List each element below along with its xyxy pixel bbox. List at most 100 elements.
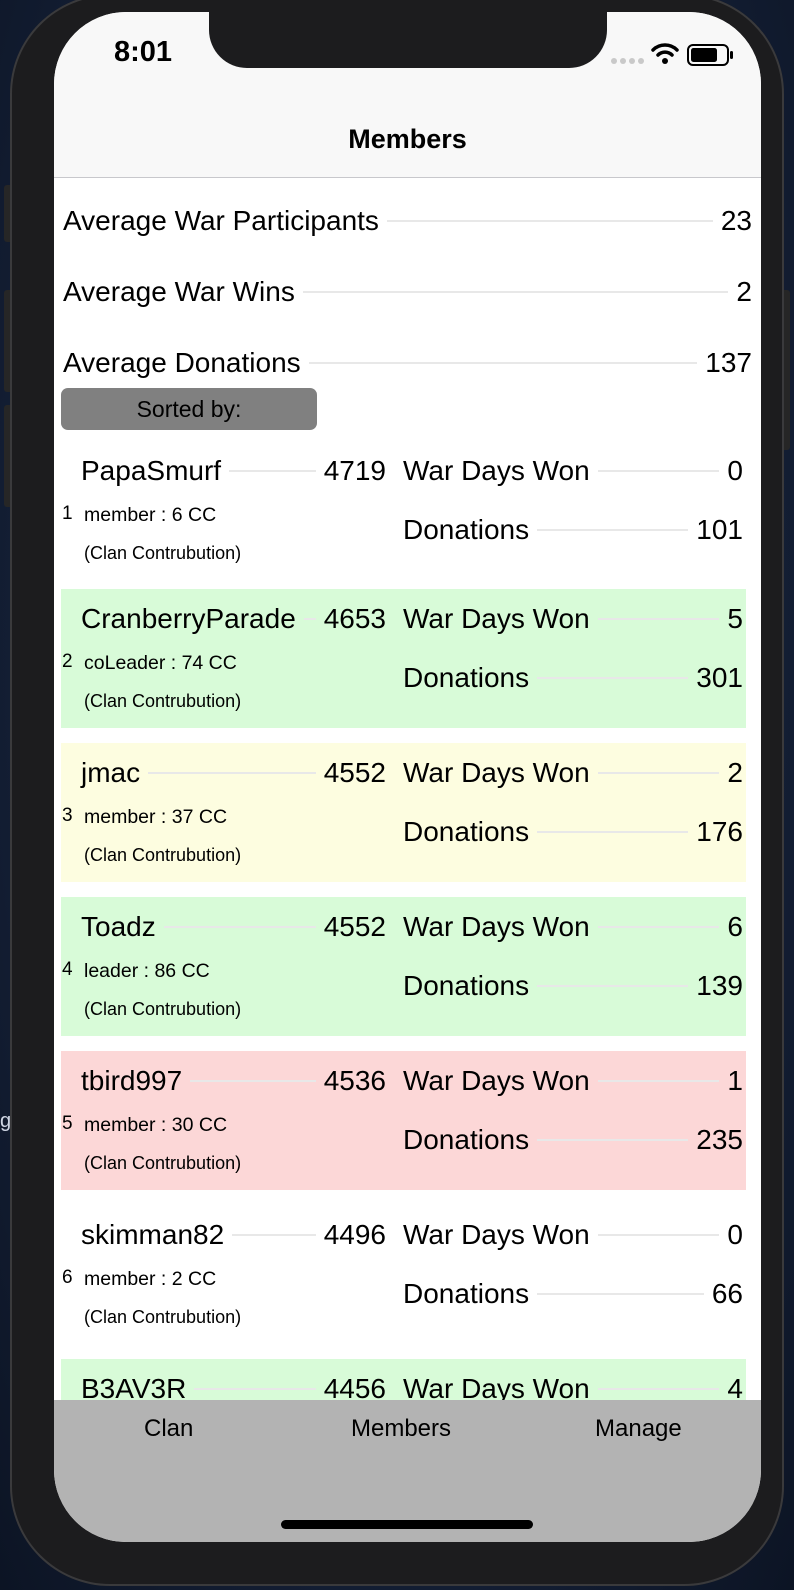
- average-war-wins-row: Average War Wins 2: [63, 272, 752, 312]
- member-role: coLeader : 74 CC: [84, 652, 237, 674]
- donations-label: Donations: [403, 662, 530, 693]
- member-role: member : 37 CC: [84, 806, 228, 828]
- member-role: member : 6 CC: [84, 504, 217, 526]
- member-name: CranberryParade: [81, 603, 296, 634]
- navigation-bar: Members: [54, 112, 761, 178]
- phone-screen: 8:01 Members Average War Participants 23…: [54, 12, 761, 1542]
- clan-contribution-note: (Clan Contrubution): [84, 1307, 242, 1327]
- member-trophies: 4496: [323, 1219, 386, 1250]
- stat-label: Average Donations: [63, 347, 301, 378]
- member-name-line: jmac 4552: [81, 753, 386, 793]
- member-role: leader : 86 CC: [84, 960, 210, 982]
- war-days-won-line: War Days Won 0: [403, 451, 743, 491]
- stat-value: 2: [736, 276, 752, 307]
- donations-value: 66: [711, 1278, 743, 1309]
- leader-line: [386, 220, 713, 222]
- leader-line: [537, 831, 689, 833]
- tab-clan[interactable]: Clan: [144, 1415, 193, 1443]
- clan-contribution-note: (Clan Contrubution): [84, 691, 242, 711]
- leader-line: [302, 291, 729, 293]
- donations-line: Donations 176: [403, 812, 743, 852]
- leader-line: [232, 1234, 316, 1236]
- member-name: jmac: [81, 757, 141, 788]
- leader-line: [597, 772, 720, 774]
- leader-line: [537, 677, 689, 679]
- war-days-won-label: War Days Won: [403, 1219, 590, 1250]
- member-name-line: tbird997 4536: [81, 1061, 386, 1101]
- member-name-line: Toadz 4552: [81, 907, 386, 947]
- war-days-won-value: 0: [727, 455, 743, 486]
- war-days-won-line: War Days Won 0: [403, 1215, 743, 1255]
- war-days-won-line: War Days Won 2: [403, 753, 743, 793]
- member-name-line: PapaSmurf 4719: [81, 451, 386, 491]
- member-name: skimman82: [81, 1219, 225, 1250]
- donations-value: 101: [696, 514, 743, 545]
- member-rank: 2: [62, 651, 73, 672]
- leader-line: [229, 470, 316, 472]
- tab-bar: Clan Members Manage: [54, 1400, 761, 1542]
- donations-value: 301: [696, 662, 743, 693]
- members-content[interactable]: Average War Participants 23 Average War …: [54, 179, 761, 1418]
- war-days-won-label: War Days Won: [403, 603, 590, 634]
- average-war-participants-row: Average War Participants 23: [63, 201, 752, 241]
- member-trophies: 4552: [323, 757, 386, 788]
- stat-label: Average War Participants: [63, 205, 379, 236]
- member-trophies: 4536: [323, 1065, 386, 1096]
- war-days-won-label: War Days Won: [403, 455, 590, 486]
- donations-line: Donations 101: [403, 510, 743, 550]
- member-rank: 4: [62, 959, 73, 980]
- donations-label: Donations: [403, 1278, 530, 1309]
- cellular-signal-icon: [611, 58, 644, 64]
- donations-line: Donations 66: [403, 1274, 743, 1314]
- war-days-won-value: 5: [727, 603, 743, 634]
- war-days-won-label: War Days Won: [403, 757, 590, 788]
- war-days-won-value: 0: [727, 1219, 743, 1250]
- donations-line: Donations 139: [403, 966, 743, 1006]
- war-days-won-label: War Days Won: [403, 911, 590, 942]
- sorted-by-button[interactable]: Sorted by:: [61, 388, 317, 430]
- leader-line: [597, 926, 720, 928]
- donations-value: 139: [696, 970, 743, 1001]
- member-row[interactable]: 5 tbird997 4536 member : 30 CC (Clan Contrub…: [61, 1051, 746, 1190]
- member-row[interactable]: 6 skimman82 4496 member : 2 CC (Clan Contrub…: [61, 1205, 746, 1344]
- leader-line: [308, 362, 698, 364]
- donations-value: 235: [696, 1124, 743, 1155]
- home-indicator[interactable]: [281, 1520, 533, 1529]
- member-rank: 6: [62, 1267, 73, 1288]
- member-row[interactable]: 1 PapaSmurf 4719 member : 6 CC (Clan Contrub…: [61, 441, 746, 580]
- clan-contribution-note: (Clan Contrubution): [84, 845, 242, 865]
- leader-line: [303, 618, 316, 620]
- war-days-won-value: 2: [727, 757, 743, 788]
- clan-contribution-note: (Clan Contrubution): [84, 999, 242, 1019]
- leader-line: [597, 1080, 720, 1082]
- war-days-won-line: War Days Won 1: [403, 1061, 743, 1101]
- war-days-won-label: War Days Won: [403, 1065, 590, 1096]
- leader-line: [597, 470, 720, 472]
- member-role: member : 2 CC: [84, 1268, 217, 1290]
- member-rank: 3: [62, 805, 73, 826]
- member-row[interactable]: 2 CranberryParade 4653 coLeader : 74 CC (Cla…: [61, 589, 746, 728]
- tab-members[interactable]: Members: [351, 1415, 451, 1443]
- leader-line: [597, 618, 720, 620]
- leader-line: [163, 926, 316, 928]
- war-days-won-line: War Days Won 6: [403, 907, 743, 947]
- member-role: member : 30 CC: [84, 1114, 228, 1136]
- leader-line: [190, 1080, 316, 1082]
- war-days-won-value: 6: [727, 911, 743, 942]
- stat-value: 137: [705, 347, 752, 378]
- leader-line: [194, 1388, 316, 1390]
- leader-line: [537, 1293, 704, 1295]
- member-name: tbird997: [81, 1065, 183, 1096]
- status-time: 8:01: [114, 36, 173, 68]
- member-rank: 1: [62, 503, 73, 524]
- donations-line: Donations 301: [403, 658, 743, 698]
- member-row[interactable]: 4 Toadz 4552 leader : 86 CC (Clan Contrubuti…: [61, 897, 746, 1036]
- member-name: Toadz: [81, 911, 156, 942]
- member-trophies: 4552: [323, 911, 386, 942]
- leader-line: [597, 1388, 720, 1390]
- member-row[interactable]: 3 jmac 4552 member : 37 CC (Clan Contrubutio…: [61, 743, 746, 882]
- tab-manage[interactable]: Manage: [595, 1415, 682, 1443]
- donations-label: Donations: [403, 514, 530, 545]
- stat-label: Average War Wins: [63, 276, 295, 307]
- donations-label: Donations: [403, 816, 530, 847]
